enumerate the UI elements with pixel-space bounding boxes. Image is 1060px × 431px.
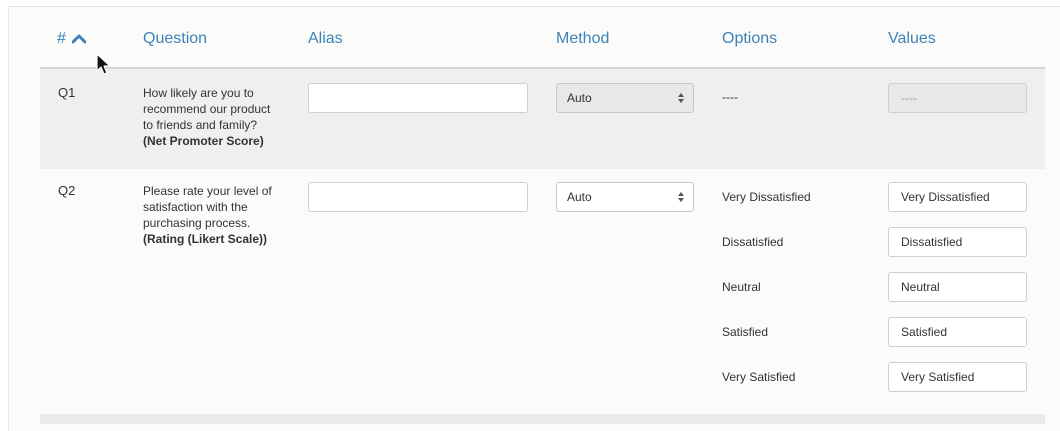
option-label: Very Satisfied (722, 370, 796, 384)
question-number: Q2 (58, 183, 76, 198)
column-header-values[interactable]: Values (888, 30, 936, 48)
option-label: Very Dissatisfied (722, 190, 811, 204)
question-type: (Net Promoter Score) (143, 134, 264, 148)
option-label: ---- (722, 90, 738, 104)
column-header-method[interactable]: Method (556, 30, 609, 48)
table-row-divider (40, 414, 1045, 424)
alias-input[interactable] (308, 182, 528, 212)
option-label: Satisfied (722, 325, 769, 339)
question-line: recommend our product (143, 102, 271, 116)
method-select-value: Auto (567, 91, 592, 105)
mouse-cursor-icon (96, 53, 111, 75)
question-text: How likely are you to recommend our prod… (143, 85, 293, 149)
alias-input[interactable] (308, 83, 528, 113)
value-input[interactable]: Very Satisfied (888, 362, 1027, 392)
question-type: (Rating (Likert Scale)) (143, 232, 268, 246)
column-header-options[interactable]: Options (722, 30, 777, 48)
option-label: Dissatisfied (722, 235, 784, 249)
question-text: Please rate your level of satisfaction w… (143, 183, 293, 247)
value-input[interactable]: Dissatisfied (888, 227, 1027, 257)
method-select[interactable]: Auto (556, 182, 694, 212)
question-line: satisfaction with the (143, 200, 248, 214)
question-line: Please rate your level of (143, 184, 272, 198)
header-number-label: # (57, 30, 66, 47)
option-label: Neutral (722, 280, 761, 294)
method-select[interactable]: Auto (556, 83, 694, 113)
question-line: How likely are you to (143, 86, 254, 100)
method-select-value: Auto (567, 190, 592, 204)
value-input[interactable]: Very Dissatisfied (888, 182, 1027, 212)
column-header-number[interactable]: # (57, 30, 86, 48)
value-input: ---- (888, 83, 1027, 113)
select-arrows-icon (678, 93, 684, 103)
value-input[interactable]: Satisfied (888, 317, 1027, 347)
column-header-question[interactable]: Question (143, 30, 207, 48)
select-arrows-icon (678, 192, 684, 202)
column-header-alias[interactable]: Alias (308, 30, 343, 48)
value-input[interactable]: Neutral (888, 272, 1027, 302)
question-line: to friends and family? (143, 118, 258, 132)
sort-ascending-icon[interactable] (71, 34, 86, 44)
question-number: Q1 (58, 85, 76, 100)
question-line: purchasing process. (143, 216, 251, 230)
